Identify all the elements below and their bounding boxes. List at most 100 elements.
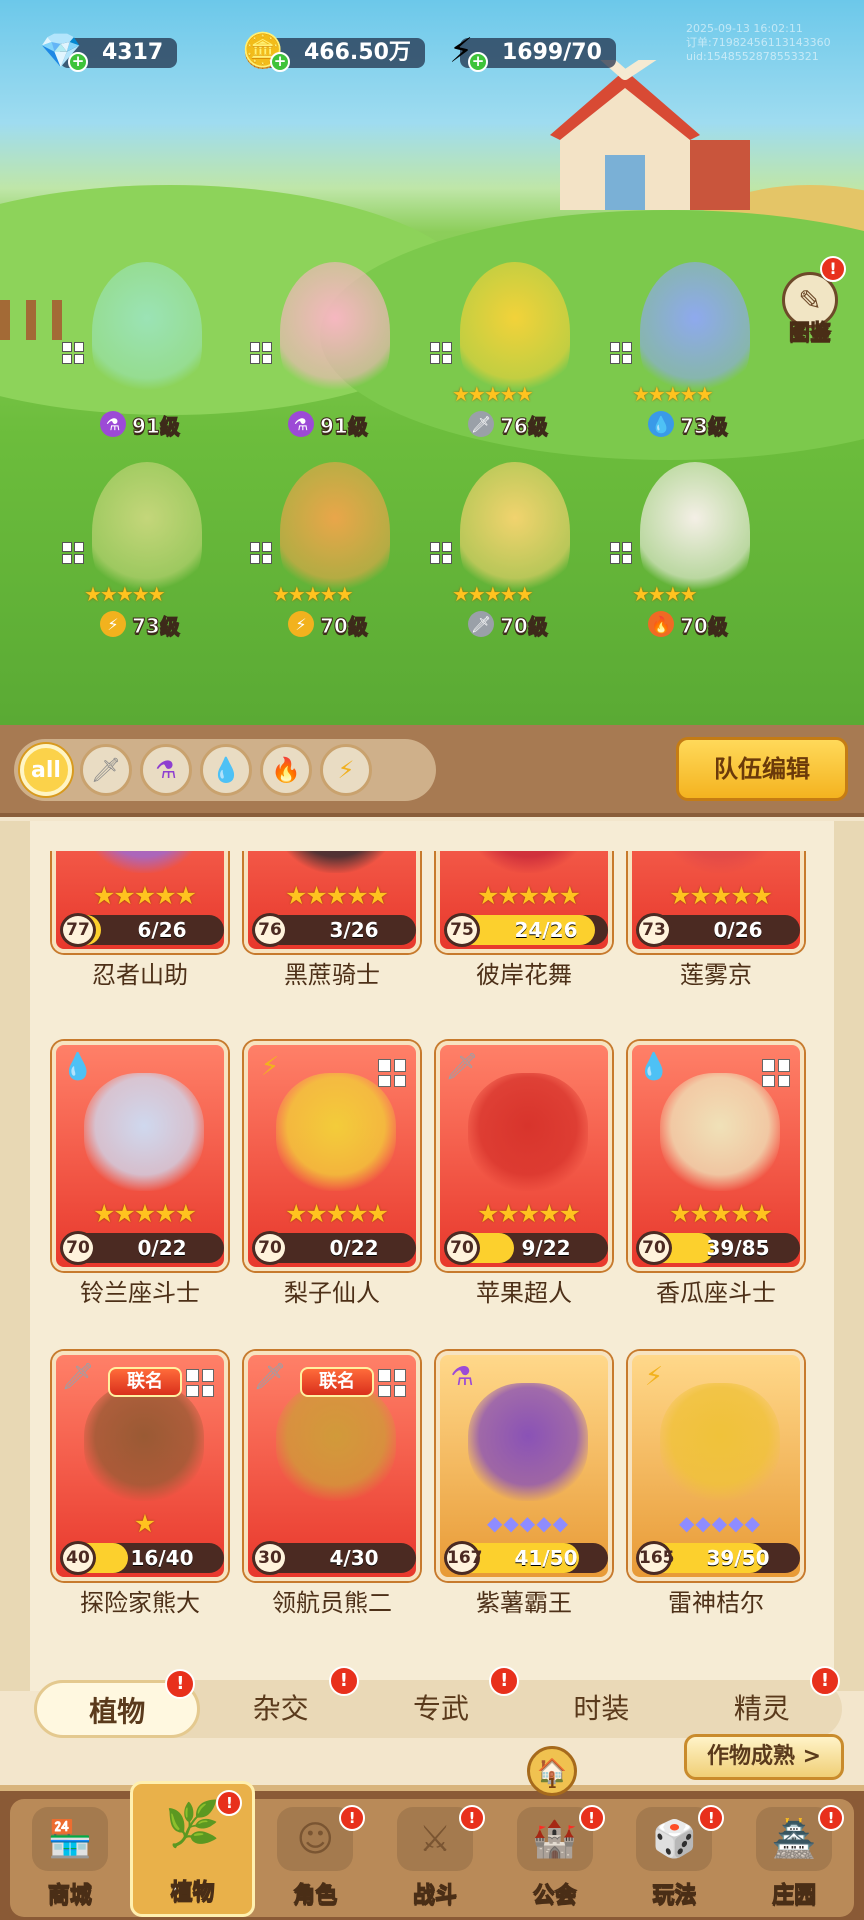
plant-stars: ★★★★★ <box>92 881 197 910</box>
team-hero-slot[interactable]: ★★★★★ 🗡 70级 <box>430 462 590 662</box>
sword-icon: 🗡 <box>445 1052 479 1082</box>
shard-progress-text: 39/50 <box>706 1546 770 1570</box>
plant-card[interactable]: ⚡ ◆◆◆◆◆ 39/50 165 雷神桔尔 <box>628 1351 804 1617</box>
plant-stars: ★★★★★ <box>668 881 773 910</box>
nav-manor[interactable]: 🏯 庄园 ! <box>734 1799 854 1917</box>
shard-progress-text: 4/30 <box>329 1546 379 1570</box>
plant-card-frame: ★★★★★ 3/26 76 <box>244 851 420 953</box>
plant-portrait <box>276 851 396 873</box>
hero-figure <box>460 462 570 602</box>
filter-all-button[interactable]: all <box>20 744 72 796</box>
plant-card[interactable]: 💧 ★★★★★ 0/22 70 铃兰座斗士 <box>52 1041 228 1307</box>
plant-portrait <box>660 1383 780 1501</box>
plant-card[interactable]: ⚡ ★★★★★ 0/22 70 梨子仙人 <box>244 1041 420 1307</box>
plant-card[interactable]: ★★★★★ 0/26 73 莲雾京 <box>628 851 804 989</box>
plant-stars: ★★★★★ <box>476 881 581 910</box>
team-hero-slot[interactable]: ★★★★ 🔥 70级 <box>610 462 770 662</box>
filter-poison-button[interactable]: ⚗ <box>140 744 192 796</box>
guild-notification-badge: 🏠 1 <box>527 1746 577 1796</box>
nav-gameplay[interactable]: 🎲 玩法 ! <box>615 1799 735 1917</box>
add-resource-icon[interactable]: + <box>68 52 88 72</box>
plant-level: 70 <box>252 1231 288 1265</box>
collab-tag: 联名 <box>300 1367 374 1397</box>
plant-portrait <box>84 1073 204 1191</box>
subtab-3[interactable]: 时装 <box>521 1680 681 1738</box>
team-hero-slot[interactable]: ⚗ 91级 <box>62 262 222 462</box>
plant-card[interactable]: 💧 ★★★★★ 39/85 70 香瓜座斗士 <box>628 1041 804 1307</box>
hero-level: 91级 <box>320 413 369 438</box>
hero-level: 70级 <box>320 613 369 638</box>
plant-name: 紫薯霸王 <box>476 1589 572 1617</box>
shard-progress-text: 0/22 <box>137 1236 187 1260</box>
filter-fire-button[interactable]: 🔥 <box>260 744 312 796</box>
panel-border-right <box>834 821 864 1691</box>
filter-water-button[interactable]: 💧 <box>200 744 252 796</box>
plant-card-grid[interactable]: ★★★★★ 6/26 77 忍者山助 ★★★★★ 3/26 76 黑蔗骑士 ★★… <box>30 851 834 1657</box>
subtab-1[interactable]: 杂交 ! <box>200 1666 360 1738</box>
nav-guild[interactable]: 🏰 公会 ! <box>495 1799 615 1917</box>
plant-card[interactable]: 🗡 ★★★★★ 9/22 70 苹果超人 <box>436 1041 612 1307</box>
shard-progress-text: 0/22 <box>329 1236 379 1260</box>
alert-badge: ! <box>578 1805 605 1831</box>
nav-shop[interactable]: 🏪 商城 <box>10 1799 130 1917</box>
subtab-0[interactable]: 植物 ! <box>34 1669 201 1738</box>
plant-level: 73 <box>636 913 672 947</box>
team-hero-slot[interactable]: ★★★★★ 💧 73级 <box>610 262 770 462</box>
nav-label: 商城 <box>47 1883 92 1909</box>
subtab-2[interactable]: 专武 ! <box>361 1666 521 1738</box>
team-hero-slot[interactable]: ★★★★★ ⚡ 73级 <box>62 462 222 662</box>
hero-level: 73级 <box>680 413 729 438</box>
add-resource-icon[interactable]: + <box>468 52 488 72</box>
hero-stars: ★★★★★ <box>452 582 534 606</box>
water-drop-icon: 💧 <box>211 756 241 784</box>
nav-label: 角色 <box>293 1883 338 1909</box>
codex-button[interactable]: ✎ 图鉴 <box>780 272 840 352</box>
hero-stars: ★★★★ <box>632 582 698 606</box>
element-filter-group: all 🗡 ⚗ 💧 🔥 ⚡ <box>14 739 436 801</box>
poison-flask-icon: ⚗ <box>288 411 314 437</box>
plant-card[interactable]: 🗡 联名 4/30 30 领航员熊二 <box>244 1351 420 1617</box>
plant-card-frame: ★★★★★ 0/26 73 <box>628 851 804 953</box>
collection-sub-tabs: 植物 ! 杂交 ! 专武 ! 时装 精灵 ! <box>34 1666 842 1738</box>
resource-gold-coin[interactable]: 466.50万 🪙 + <box>232 28 425 74</box>
formation-grid-icon <box>62 342 84 364</box>
bottom-nav: 🏪 商城 🌿 植物 ! ☺ 角色 ! ⚔ 战斗 ! 🏰 公会 ! 🎲 玩法 ! … <box>0 1781 864 1920</box>
filter-lightning-button[interactable]: ⚡ <box>320 744 372 796</box>
nav-battle[interactable]: ⚔ 战斗 ! <box>375 1799 495 1917</box>
resource-diamond[interactable]: 4317 💎 + <box>30 28 230 74</box>
hero-figure <box>280 262 390 402</box>
plant-card[interactable]: ⚗ ◆◆◆◆◆ 41/50 167 紫薯霸王 <box>436 1351 612 1617</box>
plant-portrait <box>468 1383 588 1501</box>
plant-card[interactable]: ★★★★★ 3/26 76 黑蔗骑士 <box>244 851 420 989</box>
sword-icon: 🗡 <box>61 1362 95 1392</box>
shard-progress-text: 9/22 <box>521 1236 571 1260</box>
plant-name: 探险家熊大 <box>80 1589 200 1617</box>
subtab-4[interactable]: 精灵 ! <box>682 1666 842 1738</box>
plant-portrait <box>660 851 780 873</box>
resource-lightning-energy[interactable]: 1699/70 ⚡ + <box>430 28 626 74</box>
plant-card[interactable]: ★★★★★ 24/26 75 彼岸花舞 <box>436 851 612 989</box>
sword-icon: 🗡 <box>468 411 494 437</box>
team-hero-slot[interactable]: ★★★★★ 🗡 76级 <box>430 262 590 462</box>
plant-portrait <box>276 1073 396 1191</box>
team-hero-slot[interactable]: ★★★★★ ⚡ 70级 <box>250 462 410 662</box>
team-hero-slot[interactable]: ⚗ 91级 <box>250 262 410 462</box>
nav-character[interactable]: ☺ 角色 ! <box>255 1799 375 1917</box>
hero-stars: ★★★★★ <box>84 582 166 606</box>
alert-badge: ! <box>328 1666 359 1696</box>
add-resource-icon[interactable]: + <box>270 52 290 72</box>
plant-card[interactable]: 🗡 联名 ★ 16/40 40 探险家熊大 <box>52 1351 228 1617</box>
plant-card[interactable]: ★★★★★ 6/26 77 忍者山助 <box>52 851 228 989</box>
plant-level: 165 <box>636 1541 675 1575</box>
filter-sword-button[interactable]: 🗡 <box>80 744 132 796</box>
hero-figure <box>92 262 202 402</box>
formation-grid-icon <box>610 542 632 564</box>
nav-plants[interactable]: 🌿 植物 ! <box>129 1781 256 1917</box>
crop-ready-button[interactable]: 作物成熟 > <box>684 1734 844 1780</box>
formation-grid-icon <box>430 542 452 564</box>
hero-stars: ★★★★★ <box>272 582 354 606</box>
team-edit-button[interactable]: 队伍编辑 <box>676 737 848 801</box>
alert-badge: ! <box>339 1805 366 1831</box>
shop-icon: 🏪 <box>31 1807 108 1871</box>
awaken-gems: ◆◆◆◆◆ <box>679 1511 761 1535</box>
